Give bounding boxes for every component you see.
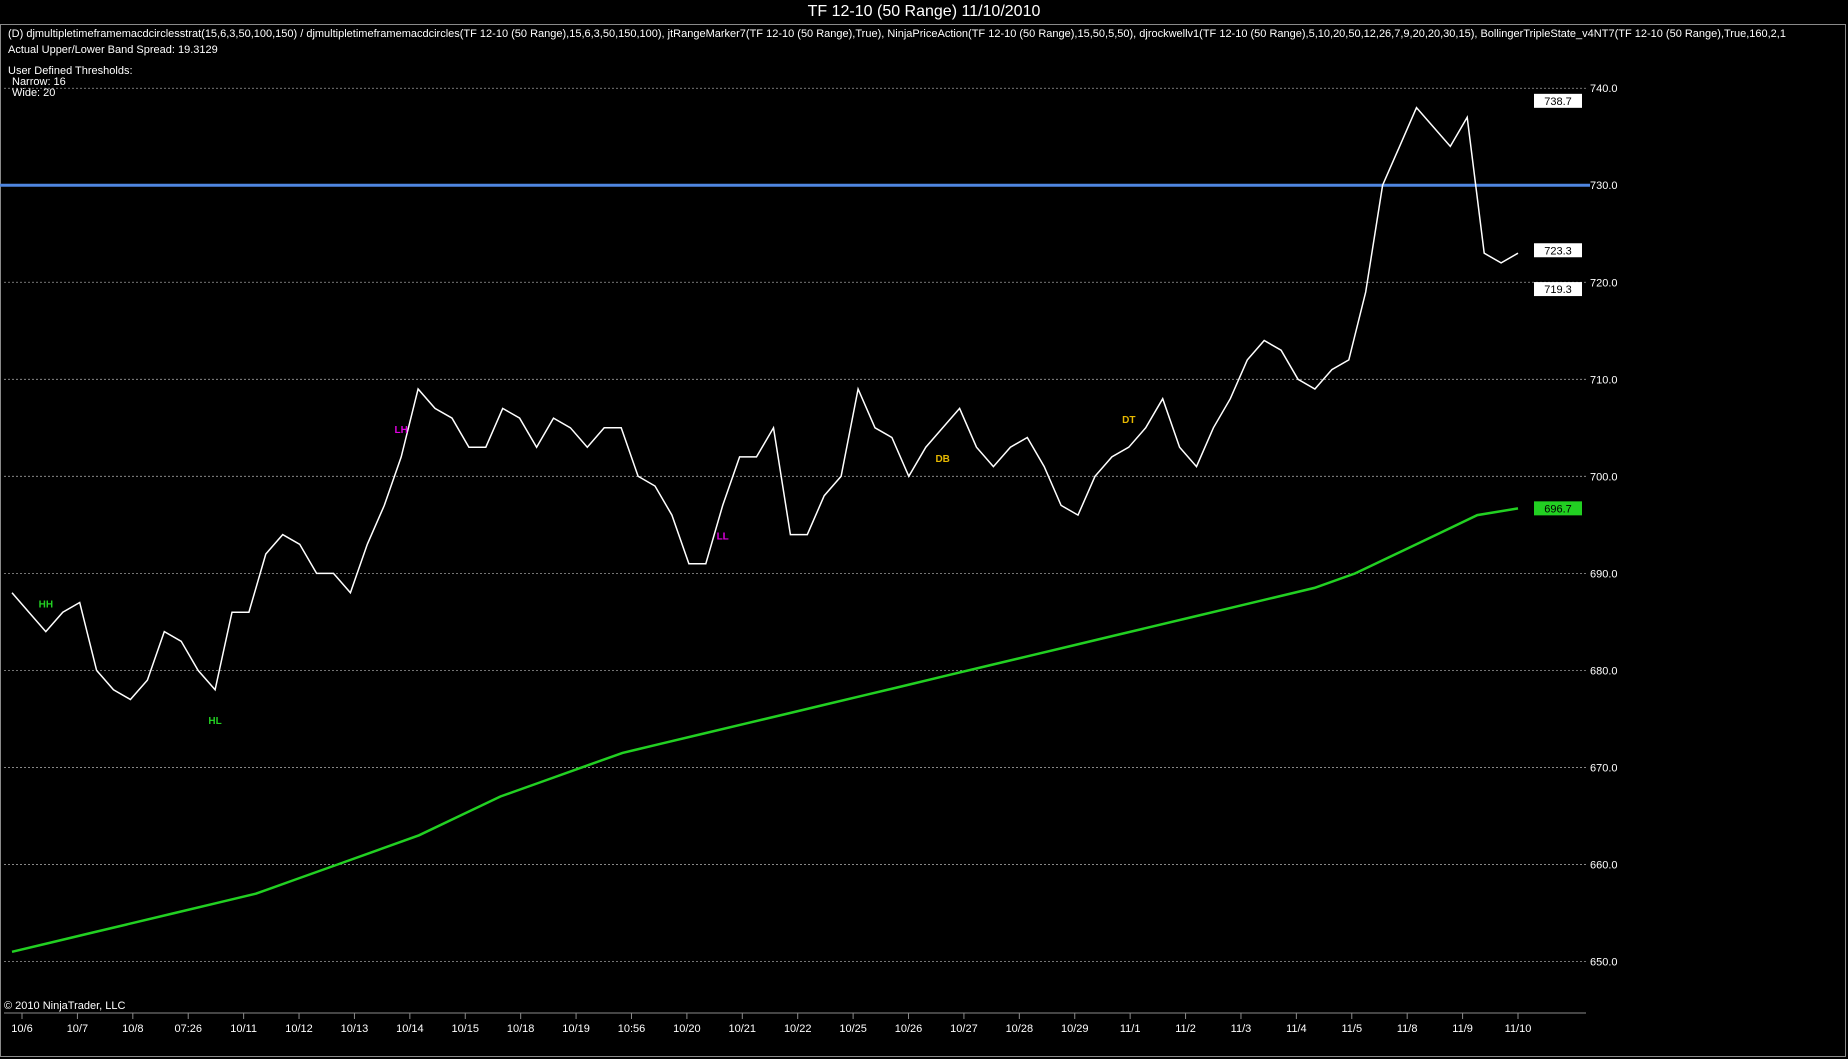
x-tick-label: 10/28 <box>1006 1023 1034 1035</box>
price-badge-label: 719.3 <box>1544 284 1572 296</box>
x-tick-label: 10/14 <box>396 1023 424 1035</box>
price-badge-label: 723.3 <box>1544 245 1572 257</box>
y-tick-label: 700.0 <box>1590 471 1618 483</box>
x-tick-label: 11/10 <box>1505 1023 1532 1035</box>
x-tick-label: 10/6 <box>11 1023 32 1035</box>
y-tick-label: 650.0 <box>1590 956 1618 968</box>
series-line-1 <box>11 106 1519 701</box>
x-tick-label: 10/20 <box>673 1023 701 1035</box>
x-tick-label: 11/1 <box>1120 1023 1141 1035</box>
y-tick-label: 720.0 <box>1590 277 1618 289</box>
grid-lines <box>4 87 1586 962</box>
y-tick-label: 660.0 <box>1590 859 1618 871</box>
x-tick-label: 10/29 <box>1061 1023 1089 1035</box>
x-tick-label: 07:26 <box>174 1023 202 1035</box>
x-tick-label: 10/18 <box>507 1023 535 1035</box>
series-layer <box>11 106 1519 954</box>
x-tick-label: 11/4 <box>1286 1023 1307 1035</box>
annotation-db: DB <box>935 454 949 465</box>
x-tick-label: 10/15 <box>451 1023 479 1035</box>
x-tick-label: 11/8 <box>1397 1023 1418 1035</box>
x-tick-label: 11/3 <box>1231 1023 1252 1035</box>
x-tick-label: 10/12 <box>285 1023 313 1035</box>
annotation-dt: DT <box>1122 415 1135 426</box>
annotation-ll: LL <box>717 531 729 542</box>
y-axis: 650.0 660.0 670.0 680.0 690.0 700.0 710.0 720.0… <box>1590 83 1618 968</box>
annotation-hh: HH <box>39 600 53 611</box>
series-line-2 <box>11 507 1519 954</box>
x-tick-label: 10/26 <box>895 1023 923 1035</box>
x-tick-label: 10/21 <box>729 1023 757 1035</box>
x-tick-label: 10/27 <box>950 1023 978 1035</box>
x-tick-label: 10:56 <box>618 1023 646 1035</box>
y-tick-label: 690.0 <box>1590 568 1618 580</box>
price-chart[interactable]: HH HL LH LL DB DT 650.0 660.0 670.0 680.0 690.0 70… <box>0 0 1848 1059</box>
price-badge-label: 696.7 <box>1544 503 1572 515</box>
x-tick-label: 10/13 <box>341 1023 369 1035</box>
y-tick-label: 730.0 <box>1590 180 1618 192</box>
annotation-hl: HL <box>208 716 221 727</box>
x-tick-label: 10/7 <box>67 1023 88 1035</box>
x-tick-label: 11/5 <box>1341 1023 1362 1035</box>
x-axis: 10/6 10/7 10/8 07:26 10/11 10/12 10/13 10/14 10/… <box>4 1012 1586 1035</box>
copyright-text: © 2010 NinjaTrader, LLC <box>4 1000 126 1012</box>
x-tick-label: 11/2 <box>1175 1023 1196 1035</box>
x-tick-label: 10/22 <box>784 1023 812 1035</box>
annotation-lh: LH <box>395 425 408 436</box>
y-tick-label: 670.0 <box>1590 762 1618 774</box>
y-tick-label: 680.0 <box>1590 665 1618 677</box>
x-tick-label: 11/9 <box>1452 1023 1473 1035</box>
price-badges: 738.7 723.3 719.3 696.7 <box>1534 93 1582 516</box>
price-badge-label: 738.7 <box>1544 96 1572 108</box>
x-tick-label: 10/8 <box>122 1023 143 1035</box>
x-tick-label: 10/19 <box>562 1023 590 1035</box>
annotation-layer: HH HL LH LL DB DT <box>39 415 1136 727</box>
x-tick-label: 10/25 <box>839 1023 867 1035</box>
y-tick-label: 710.0 <box>1590 374 1618 386</box>
y-tick-label: 740.0 <box>1590 83 1618 95</box>
x-tick-label: 10/11 <box>230 1023 257 1035</box>
